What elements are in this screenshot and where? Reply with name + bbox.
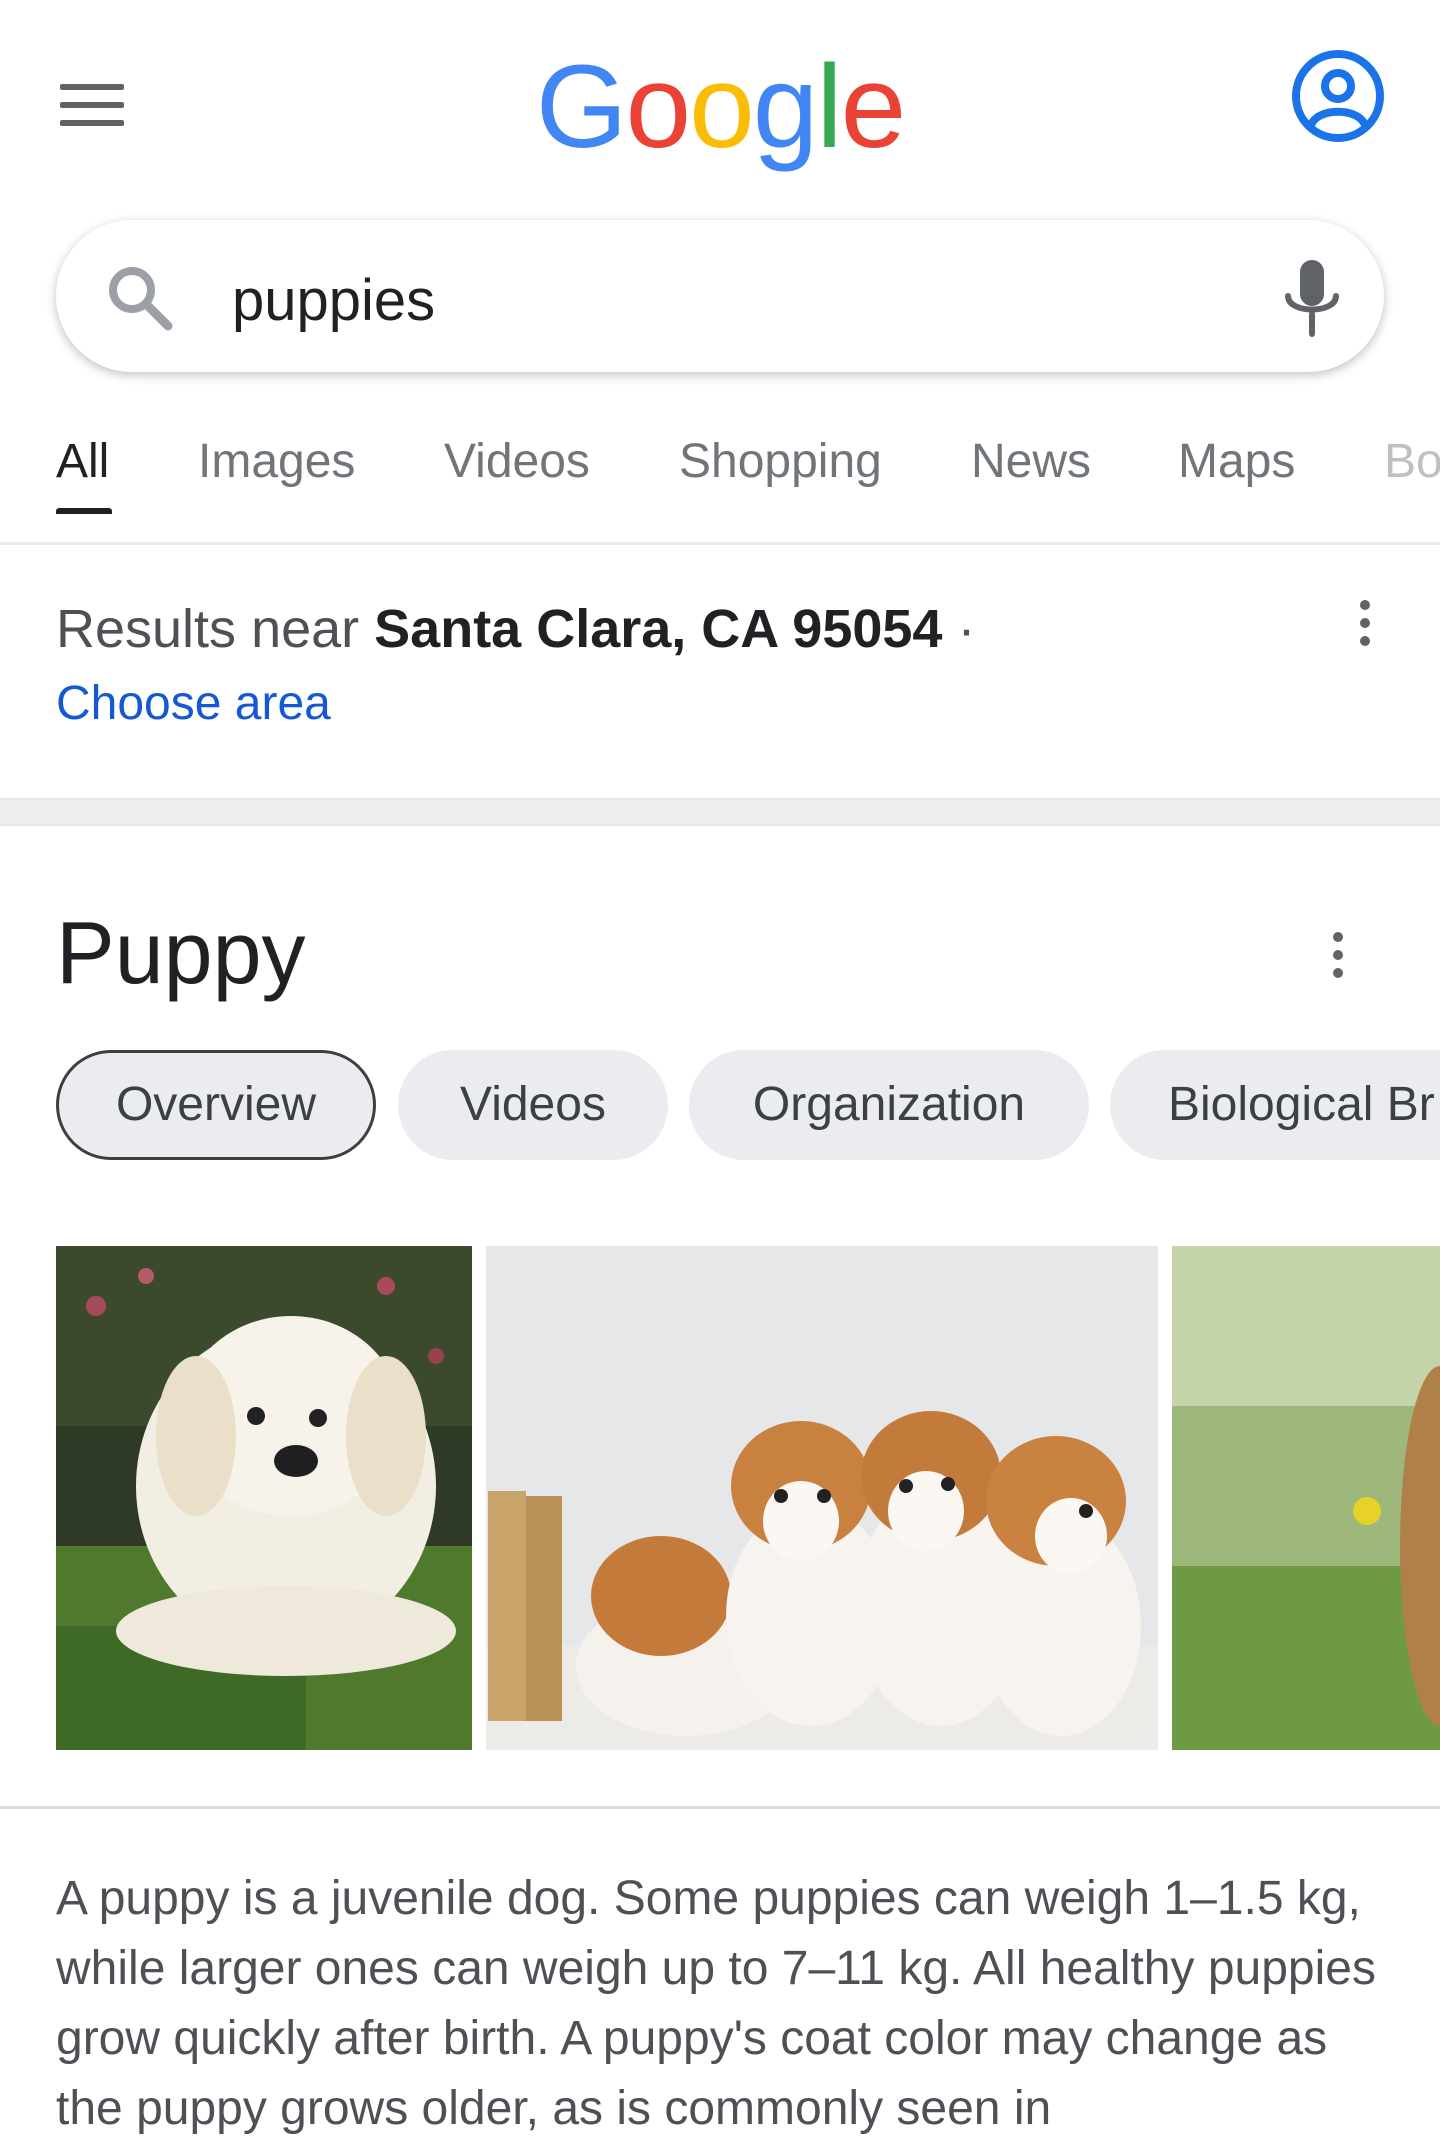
puppy-photo-golden-retriever[interactable] [56, 1246, 472, 1750]
more-options-icon[interactable] [1345, 600, 1385, 660]
logo-letter: o [689, 41, 755, 173]
tab-news[interactable]: News [971, 420, 1091, 544]
puppy-photo-corgis[interactable] [486, 1246, 1158, 1750]
chip-videos[interactable]: Videos [398, 1050, 668, 1160]
tab-books[interactable]: Bo [1384, 420, 1440, 544]
tab-label: Bo [1384, 435, 1440, 488]
chip-label: Overview [115, 1078, 317, 1131]
logo-letter: g [752, 41, 819, 173]
logo-letter: l [816, 41, 842, 173]
google-logo[interactable]: Google [0, 48, 1440, 166]
chip-overview[interactable]: Overview [56, 1050, 376, 1160]
logo-letter: o [625, 41, 692, 173]
section-separator [0, 798, 1440, 826]
logo-letter: e [840, 41, 907, 173]
tabs-divider [0, 542, 1440, 545]
account-button[interactable] [1290, 48, 1386, 144]
tab-videos[interactable]: Videos [444, 420, 590, 544]
chip-label: Organization [752, 1078, 1026, 1131]
tab-label: News [971, 435, 1092, 488]
search-input[interactable] [232, 255, 1232, 345]
choose-area-link[interactable]: Choose area [56, 676, 331, 731]
tab-label: All [56, 435, 110, 488]
chip-label: Biological Br [1168, 1078, 1435, 1131]
search-tabs: All Images Videos Shopping News Maps Bo [0, 420, 1440, 544]
tab-maps[interactable]: Maps [1178, 420, 1295, 544]
tab-label: Maps [1178, 435, 1296, 488]
location-suffix: · [942, 599, 976, 659]
microphone-icon[interactable] [1280, 258, 1344, 342]
tab-label: Videos [444, 435, 590, 488]
more-options-icon[interactable] [1318, 932, 1358, 992]
chip-organization[interactable]: Organization [689, 1050, 1089, 1160]
tab-shopping[interactable]: Shopping [679, 420, 882, 544]
logo-letter: G [535, 41, 628, 173]
search-icon[interactable] [104, 262, 176, 334]
chip-biological-breeds[interactable]: Biological Br [1110, 1050, 1440, 1160]
tab-label: Images [198, 435, 356, 488]
knowledge-panel-title: Puppy [56, 903, 306, 1002]
tab-label: Shopping [679, 435, 882, 488]
tab-all[interactable]: All [56, 420, 112, 544]
location-place: Santa Clara, CA 95054 [374, 599, 943, 659]
account-icon [1292, 50, 1384, 142]
location-line: Results near Santa Clara, CA 95054 · [56, 598, 975, 660]
tab-images[interactable]: Images [198, 420, 355, 544]
puppy-photo-grass[interactable] [1172, 1246, 1440, 1750]
active-tab-indicator [56, 508, 112, 514]
knowledge-panel-divider [0, 1806, 1440, 1809]
knowledge-panel-description: A puppy is a juvenile dog. Some puppies … [56, 1872, 1376, 2135]
location-prefix: Results near [56, 599, 375, 659]
chip-label: Videos [460, 1078, 606, 1131]
